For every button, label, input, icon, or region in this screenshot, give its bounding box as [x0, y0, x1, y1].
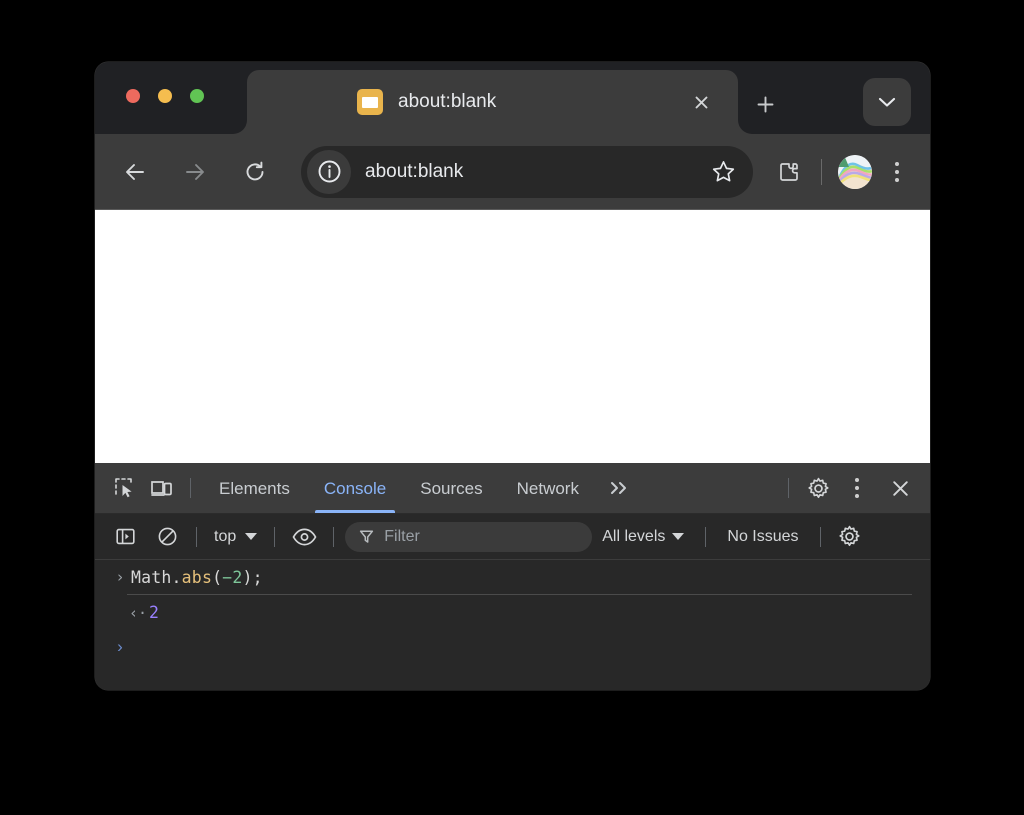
devtools-settings-gear-icon[interactable] [800, 470, 836, 506]
maximize-window-button[interactable] [190, 89, 204, 103]
devtools-tabbar-divider [190, 478, 191, 498]
console-filter-input[interactable]: Filter [345, 521, 593, 552]
tab-network[interactable]: Network [500, 464, 596, 513]
console-input-entry[interactable]: › Math.abs(−2); [95, 560, 930, 594]
profile-avatar[interactable] [838, 154, 872, 189]
code-token-number: −2 [222, 567, 243, 587]
code-token-paren-open: ( [212, 567, 223, 587]
forward-button[interactable] [173, 150, 217, 194]
menu-dot [895, 161, 899, 166]
browser-tab[interactable]: about:blank [233, 70, 752, 134]
menu-dot [895, 169, 899, 174]
code-token-function: abs [181, 567, 213, 587]
console-settings-gear-icon[interactable] [832, 519, 868, 555]
console-prompt-row[interactable]: › [95, 630, 930, 664]
reload-button[interactable] [233, 150, 277, 194]
filter-placeholder-text: Filter [384, 527, 420, 545]
devtools-tab-bar: Elements Console Sources Network [95, 463, 930, 514]
address-bar[interactable]: about:blank [301, 145, 753, 198]
window-traffic-lights [126, 89, 204, 103]
clear-console-icon[interactable] [149, 519, 185, 555]
console-output-entry[interactable]: ‹· 2 [127, 594, 912, 630]
console-toolbar-divider-3 [333, 526, 335, 547]
close-window-button[interactable] [126, 89, 140, 103]
console-sidebar-toggle-icon[interactable] [107, 519, 143, 555]
browser-menu-button[interactable] [876, 151, 918, 193]
code-token-paren-close: ); [242, 567, 263, 587]
console-toolbar-divider-2 [274, 526, 276, 547]
site-info-icon[interactable] [307, 149, 351, 194]
console-toolbar-divider-1 [196, 526, 197, 547]
page-favicon [357, 89, 383, 115]
console-context-selector[interactable]: top [208, 528, 263, 546]
tab-search-button[interactable] [863, 78, 911, 126]
live-expression-eye-icon[interactable] [286, 519, 322, 555]
console-input-expression: Math.abs(−2); [131, 568, 263, 587]
tab-curve-left [233, 120, 247, 134]
console-prompt-marker: › [109, 637, 131, 657]
prompt-chevron-icon: › [117, 637, 123, 656]
console-toolbar-divider-4 [705, 526, 707, 547]
tab-title: about:blank [398, 91, 497, 112]
favicon-inner-shape [362, 96, 378, 108]
tab-strip: about:blank [95, 62, 930, 134]
devtools-tabbar-actions [777, 467, 930, 509]
address-bar-text[interactable]: about:blank [365, 161, 703, 183]
console-toolbar: top Filter All levels No Issues [95, 514, 930, 560]
console-context-label: top [214, 527, 237, 545]
toolbar-divider [821, 158, 822, 185]
close-devtools-button[interactable] [882, 470, 918, 506]
devtools-panel: Elements Console Sources Network top Fil… [95, 463, 930, 690]
devtools-more-options-button[interactable] [836, 467, 878, 509]
inspect-element-icon[interactable] [107, 470, 143, 506]
extensions-icon[interactable] [769, 152, 809, 192]
browser-toolbar: about:blank [95, 134, 930, 209]
tab-elements[interactable]: Elements [202, 464, 307, 513]
console-message-list[interactable]: › Math.abs(−2); ‹· 2 › [95, 560, 930, 690]
console-log-level-selector[interactable]: All levels [592, 528, 694, 546]
back-button[interactable] [113, 150, 157, 194]
issues-counter[interactable]: No Issues [717, 528, 808, 546]
page-viewport [95, 209, 930, 463]
log-level-label: All levels [602, 527, 666, 545]
devtools-actions-divider [788, 478, 789, 498]
console-output-marker: ‹· [128, 603, 148, 622]
more-tabs-icon[interactable] [596, 480, 644, 496]
console-input-marker: › [115, 568, 125, 586]
tab-curve-right [738, 120, 752, 134]
menu-dot [855, 494, 859, 498]
chevron-down-icon [245, 533, 258, 540]
device-toolbar-icon[interactable] [143, 470, 179, 506]
console-toolbar-divider-5 [819, 526, 821, 547]
minimize-window-button[interactable] [158, 89, 172, 103]
chevron-down-icon [672, 533, 685, 540]
code-token-object: Math. [131, 567, 182, 587]
browser-window: about:blank about:blank Elements Console… [95, 62, 930, 690]
menu-dot [895, 177, 899, 182]
bookmark-star-icon[interactable] [703, 152, 743, 192]
menu-dot [855, 478, 859, 482]
console-output-value: 2 [149, 603, 160, 622]
new-tab-button[interactable] [750, 89, 780, 119]
close-tab-button[interactable] [686, 87, 716, 117]
tab-console[interactable]: Console [307, 464, 403, 513]
menu-dot [855, 486, 859, 490]
tab-sources[interactable]: Sources [403, 464, 499, 513]
filter-funnel-icon [359, 529, 374, 544]
